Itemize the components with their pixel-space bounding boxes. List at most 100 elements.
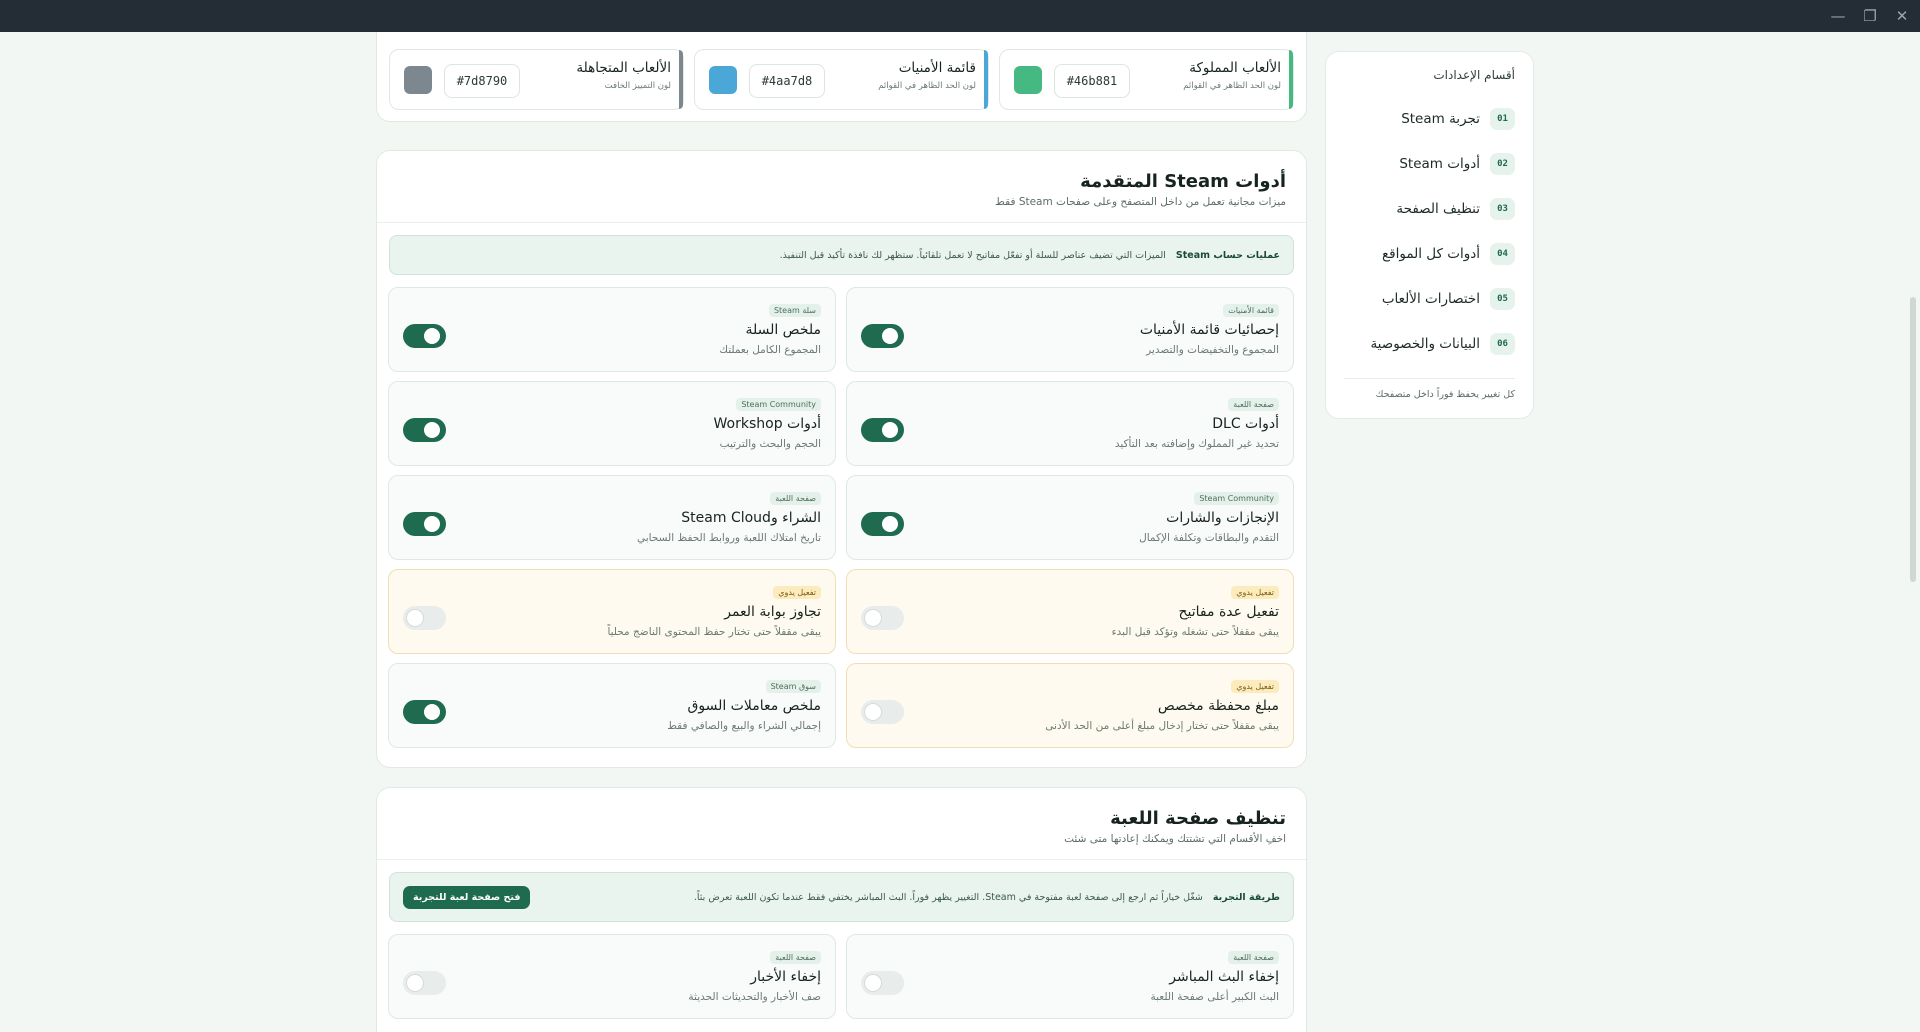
feature-desc: إجمالي الشراء والبيع والصافي فقط: [667, 720, 821, 732]
feature-desc: تحديد غير المملوك وإضافته بعد التأكيد: [1114, 438, 1279, 450]
sidebar-item-label: البيانات والخصوصية: [1370, 335, 1480, 352]
sidebar-item[interactable]: 01 تجربة Steam: [1344, 96, 1515, 141]
feature-toggle[interactable]: [861, 971, 904, 995]
sidebar-item-number: 03: [1490, 197, 1515, 220]
settings-sidebar: أقسام الإعدادات 01 تجربة Steam 02 أدوات Ste…: [1325, 51, 1534, 419]
feature-tag: سلة Steam: [768, 304, 821, 317]
feature-name: إخفاء البث المباشر: [1169, 969, 1279, 985]
color-swatch[interactable]: [404, 66, 432, 94]
notice-text: الميزات التي تضيف عناصر للسلة أو تفعّل م…: [779, 249, 1166, 261]
sidebar-item[interactable]: 02 أدوات Steam: [1344, 141, 1515, 186]
sidebar-heading: أقسام الإعدادات: [1433, 68, 1515, 82]
feature-name: ملخص معاملات السوق: [687, 698, 821, 714]
feature-toggle[interactable]: [403, 971, 446, 995]
feature-desc: يبقى مقفلاً حتى تختار إدخال مبلغ أعلى من…: [1045, 720, 1279, 732]
feature-tile: سوق Steam ملخص معاملات السوق إجمالي الشراء…: [388, 663, 836, 748]
open-game-page-button[interactable]: فتح صفحة لعبة للتجربة: [403, 885, 531, 909]
sidebar-item[interactable]: 04 أدوات كل المواقع: [1344, 231, 1515, 276]
feature-name: الشراء وSteam Cloud: [681, 510, 821, 526]
color-hex-input[interactable]: #4aa7d8: [749, 64, 825, 98]
color-hex-input[interactable]: #46b881: [1054, 64, 1130, 98]
feature-toggle[interactable]: [861, 606, 904, 630]
color-setting: الألعاب المملوكة لون الحد الظاهر في القوا…: [999, 49, 1294, 110]
feature-tag: صفحة اللعبة: [1228, 951, 1279, 964]
feature-tile: Steam Community أدوات Workshop الحجم والبح…: [388, 381, 836, 466]
feature-tile: قائمة الأمنيات إحصائيات قائمة الأمنيات الم…: [846, 287, 1294, 372]
sidebar-item[interactable]: 05 اختصارات الألعاب: [1344, 276, 1515, 321]
close-button[interactable]: ✕: [1884, 0, 1920, 32]
color-settings-card: الألعاب المملوكة لون الحد الظاهر في القوا…: [376, 32, 1307, 122]
feature-desc: يبقى مقفلاً حتى تشغله وتؤكد قبل البدء: [1111, 626, 1279, 638]
feature-toggle[interactable]: [403, 700, 446, 724]
feature-desc: المجموع الكامل بعملتك: [719, 344, 821, 356]
feature-desc: تاريخ امتلاك اللعبة وروابط الحفظ السحابي: [637, 532, 821, 544]
feature-tag: Steam Community: [736, 398, 821, 411]
feature-toggle[interactable]: [403, 606, 446, 630]
feature-name: ملخص السلة: [745, 322, 821, 338]
color-setting-name: الألعاب المملوكة: [1189, 60, 1281, 76]
feature-tile: صفحة اللعبة إخفاء البث المباشر البث الكبير…: [846, 934, 1294, 1019]
color-swatch[interactable]: [1014, 66, 1042, 94]
notice-title: عمليات حساب Steam: [1175, 249, 1280, 261]
window-titlebar: — ❐ ✕: [0, 0, 1920, 32]
section-subtitle: اخفِ الأقسام التي تشتتك ويمكنك إعادتها م…: [1064, 833, 1286, 845]
feature-toggle[interactable]: [861, 700, 904, 724]
sidebar-item-number: 02: [1490, 152, 1515, 175]
feature-tile: تفعيل يدوي تجاوز بوابة العمر يبقى مقفلاً ح…: [388, 569, 836, 654]
sidebar-nav: 01 تجربة Steam 02 أدوات Steam 03 تنظيف الصفحة…: [1344, 96, 1515, 366]
sidebar-footer: كل تغيير يحفظ فوراً داخل متصفحك: [1375, 389, 1515, 400]
notice-title: طريقة التجربة: [1212, 891, 1280, 903]
sidebar-item-number: 01: [1490, 107, 1515, 130]
feature-tag: تفعيل يدوي: [1231, 680, 1279, 693]
feature-desc: التقدم والبطاقات وتكلفة الإكمال: [1139, 532, 1279, 544]
color-setting-name: الألعاب المتجاهلة: [576, 60, 671, 76]
feature-tag: Steam Community: [1194, 492, 1279, 505]
feature-tag: قائمة الأمنيات: [1223, 304, 1279, 317]
feature-toggle[interactable]: [403, 512, 446, 536]
feature-tile: صفحة اللعبة أدوات DLC تحديد غير المملوك وإ…: [846, 381, 1294, 466]
sidebar-item-label: أدوات Steam: [1399, 155, 1480, 172]
feature-toggle[interactable]: [403, 324, 446, 348]
game-page-cleanup-card: تنظيف صفحة اللعبة اخفِ الأقسام التي تشتت…: [376, 787, 1307, 1032]
feature-toggle[interactable]: [861, 512, 904, 536]
sidebar-item-label: اختصارات الألعاب: [1381, 290, 1480, 307]
minimize-button[interactable]: —: [1820, 0, 1856, 32]
color-setting-desc: لون التمييز الخافت: [604, 81, 671, 91]
cleanup-grid: صفحة اللعبة إخفاء البث المباشر البث الكبير…: [377, 922, 1306, 1031]
color-hex-input[interactable]: #7d8790: [444, 64, 520, 98]
feature-desc: المجموع والتخفيضات والتصدير: [1146, 344, 1279, 356]
feature-toggle[interactable]: [403, 418, 446, 442]
section-title: أدوات Steam المتقدمة: [1080, 171, 1286, 192]
settings-page: الألعاب المملوكة لون الحد الظاهر في القوا…: [0, 32, 1920, 1032]
feature-tile: صفحة اللعبة الشراء وSteam Cloud تاريخ امتل…: [388, 475, 836, 560]
account-notice: عمليات حساب Steam الميزات التي تضيف عناص…: [389, 235, 1294, 275]
sidebar-item-label: تجربة Steam: [1401, 110, 1480, 127]
feature-tag: سوق Steam: [765, 680, 821, 693]
feature-tile: صفحة اللعبة إخفاء الأخبار صف الأخبار والتح…: [388, 934, 836, 1019]
color-setting: قائمة الأمنيات لون الحد الظاهر في القوائم…: [694, 49, 989, 110]
test-notice: طريقة التجربة شغّل خياراً ثم ارجع إلى صف…: [389, 872, 1294, 922]
feature-toggle[interactable]: [861, 324, 904, 348]
sidebar-item[interactable]: 06 البيانات والخصوصية: [1344, 321, 1515, 366]
feature-tag: صفحة اللعبة: [770, 951, 821, 964]
feature-toggle[interactable]: [861, 418, 904, 442]
feature-tag: صفحة اللعبة: [770, 492, 821, 505]
steam-tools-card: أدوات Steam المتقدمة ميزات مجانية تعمل م…: [376, 150, 1307, 768]
color-setting: الألعاب المتجاهلة لون التمييز الخافت #7d87…: [389, 49, 684, 110]
feature-tag: صفحة اللعبة: [1228, 398, 1279, 411]
sidebar-divider: [1344, 378, 1515, 379]
section-subtitle: ميزات مجانية تعمل من داخل المتصفح وعلى ص…: [995, 196, 1286, 208]
maximize-button[interactable]: ❐: [1852, 0, 1888, 32]
sidebar-item-number: 05: [1490, 287, 1515, 310]
feature-desc: يبقى مقفلاً حتى تختار حفظ المحتوى الناضج…: [607, 626, 821, 638]
feature-name: تجاوز بوابة العمر: [724, 604, 821, 620]
sidebar-item-label: أدوات كل المواقع: [1381, 245, 1480, 262]
section-title: تنظيف صفحة اللعبة: [1110, 808, 1286, 829]
card-header: تنظيف صفحة اللعبة اخفِ الأقسام التي تشتت…: [377, 788, 1306, 860]
sidebar-item[interactable]: 03 تنظيف الصفحة: [1344, 186, 1515, 231]
feature-tag: تفعيل يدوي: [773, 586, 821, 599]
scrollbar-thumb[interactable]: [1910, 297, 1916, 582]
color-swatch[interactable]: [709, 66, 737, 94]
color-setting-desc: لون الحد الظاهر في القوائم: [1183, 81, 1281, 91]
feature-name: مبلغ محفظة مخصص: [1157, 698, 1279, 714]
